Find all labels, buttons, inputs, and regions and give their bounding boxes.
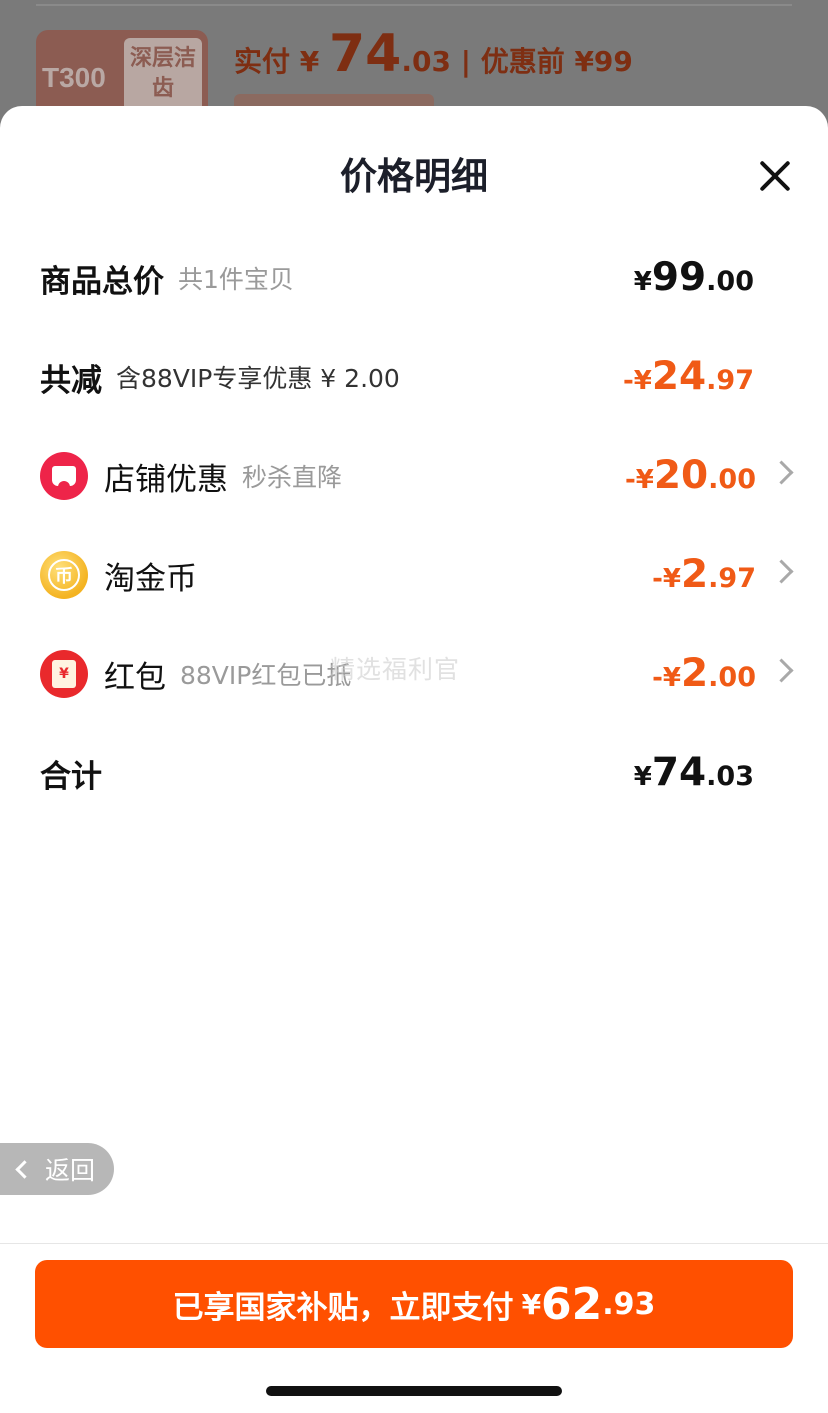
value-dec: .97 — [706, 365, 754, 396]
thumbnail-model: T300 — [42, 62, 106, 93]
currency-symbol: -¥ — [652, 564, 682, 594]
sum-label: 合计 — [40, 758, 102, 795]
red-packet-icon: ¥ — [40, 650, 88, 698]
footer-divider — [0, 1243, 828, 1244]
currency-symbol: -¥ — [624, 465, 654, 495]
red-packet-label: 红包 — [104, 659, 166, 696]
chevron-left-icon — [15, 1159, 34, 1179]
red-packet-value: -¥ 2.00 — [652, 644, 756, 704]
paid-suffix: | 优惠前 ¥99 — [450, 45, 633, 78]
store-discount-label: 店铺优惠 — [104, 461, 228, 498]
value-dec: .00 — [708, 662, 756, 693]
value-int: 24 — [651, 354, 707, 399]
currency-symbol: ¥ — [633, 267, 652, 297]
pay-button-label: 已享国家补贴，立即支付 — [172, 1289, 514, 1326]
total-price-label: 商品总价 — [40, 263, 164, 300]
price-detail-sheet: 价格明细 商品总价 共1件宝贝 ¥99.00 共减 含88VIP专享优惠 ¥ 2… — [0, 106, 828, 1413]
value-dec: .00 — [708, 464, 756, 495]
row-total-discount: 共减 含88VIP专享优惠 ¥ 2.00 -¥ 24.97 — [40, 347, 788, 407]
chevron-right-icon — [769, 460, 794, 485]
paid-dec: .03 — [401, 45, 451, 78]
paid-int: 74 — [328, 24, 402, 84]
pay-button[interactable]: 已享国家补贴，立即支付 ¥62.93 — [35, 1260, 793, 1348]
total-price-sub: 共1件宝贝 — [178, 265, 294, 294]
currency-symbol: -¥ — [652, 663, 682, 693]
coin-glyph: 币 — [48, 559, 80, 591]
value-int: 2 — [681, 552, 709, 597]
watermark: 精选福利官 — [330, 655, 461, 684]
pay-dec: .93 — [602, 1286, 656, 1322]
store-discount-sub: 秒杀直降 — [242, 463, 343, 492]
background-divider — [36, 4, 792, 6]
value-dec: .97 — [708, 563, 756, 594]
back-button[interactable]: 返回 — [0, 1143, 114, 1195]
background-price: 实付 ¥ 74.03 | 优惠前 ¥99 — [234, 24, 633, 84]
chevron-right-icon — [769, 658, 794, 683]
paid-prefix: 实付 ¥ — [234, 45, 329, 78]
home-indicator — [266, 1386, 562, 1396]
close-icon[interactable] — [755, 156, 795, 196]
store-discount-value: -¥ 20.00 — [625, 446, 756, 506]
value-int: 99 — [651, 255, 707, 300]
row-total-price: 商品总价 共1件宝贝 ¥99.00 — [40, 248, 788, 308]
taojinbi-value: -¥ 2.97 — [652, 545, 756, 605]
value-int: 2 — [681, 651, 709, 696]
row-store-discount[interactable]: 店铺优惠 秒杀直降 -¥ 20.00 — [40, 446, 794, 506]
value-int: 20 — [653, 453, 709, 498]
red-packet-glyph: ¥ — [52, 660, 76, 688]
row-sum: 合计 ¥74.03 — [40, 743, 788, 803]
row-taojinbi[interactable]: 币 淘金币 -¥ 2.97 — [40, 545, 794, 605]
total-price-value: ¥99.00 — [634, 248, 754, 308]
sum-value: ¥74.03 — [634, 743, 754, 803]
sheet-title: 价格明细 — [340, 155, 488, 198]
coin-icon: 币 — [40, 551, 88, 599]
currency-symbol: -¥ — [622, 366, 652, 396]
value-dec: .00 — [706, 266, 754, 297]
total-discount-sub: 含88VIP专享优惠 ¥ 2.00 — [116, 364, 400, 393]
value-dec: .03 — [706, 761, 754, 792]
pay-currency: ¥ — [521, 1287, 542, 1321]
value-int: 74 — [651, 750, 707, 795]
pay-int: 62 — [541, 1278, 603, 1330]
taojinbi-label: 淘金币 — [104, 560, 197, 597]
total-discount-value: -¥ 24.97 — [623, 347, 754, 407]
store-icon — [40, 452, 88, 500]
chevron-right-icon — [769, 559, 794, 584]
back-label: 返回 — [45, 1156, 96, 1185]
red-packet-sub: 88VIP红包已抵 — [180, 661, 352, 690]
currency-symbol: ¥ — [633, 762, 652, 792]
total-discount-label: 共减 — [40, 362, 102, 399]
